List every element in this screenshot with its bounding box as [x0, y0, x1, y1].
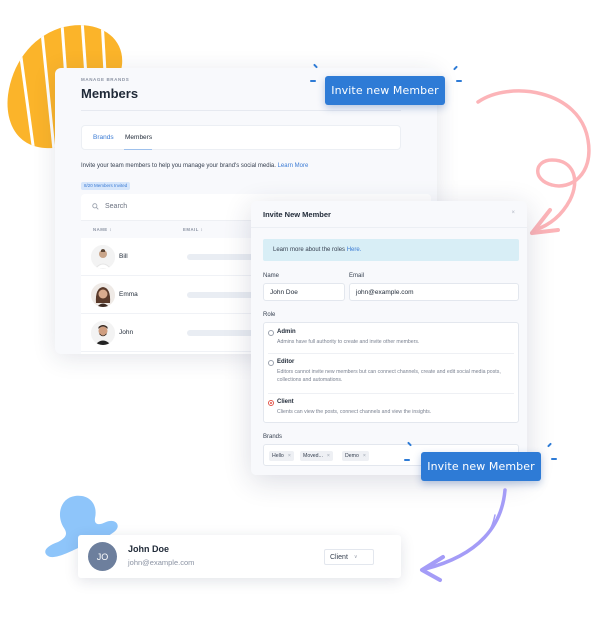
role-option-client[interactable]: Client Clients can view the posts, conne… — [268, 399, 514, 419]
brand-chip-label: Hello — [272, 453, 284, 459]
modal-title: Invite New Member — [263, 210, 331, 219]
member-name: John — [119, 329, 134, 336]
learn-more-link[interactable]: Learn More — [278, 163, 309, 169]
column-header-name[interactable]: NAME ↕ — [93, 227, 112, 232]
spark-decoration — [456, 80, 462, 82]
divider — [81, 110, 401, 111]
page-title: Members — [81, 86, 139, 101]
role-name: Editor — [277, 359, 295, 365]
search-icon — [92, 203, 99, 210]
active-tab-indicator — [124, 149, 152, 150]
role-select-value: Client — [330, 553, 348, 561]
member-card: JO John Doe john@example.com Client ∨ — [78, 535, 401, 578]
invite-new-member-button[interactable]: Invite new Member — [325, 76, 445, 105]
email-field[interactable]: john@example.com — [349, 283, 519, 301]
brand-chip: Demo × — [342, 451, 369, 461]
name-label: Name — [263, 273, 280, 279]
spark-decoration — [547, 442, 552, 448]
member-name: John Doe — [128, 544, 170, 554]
brand-chip-label: Moved... — [303, 453, 323, 459]
spark-decoration — [404, 459, 410, 461]
divider — [268, 393, 514, 394]
role-option-admin[interactable]: Admin Admins have full authority to crea… — [268, 329, 514, 349]
brands-label: Brands — [263, 434, 283, 440]
roles-here-link[interactable]: Here. — [347, 247, 362, 253]
purple-arrow-decoration — [420, 488, 507, 582]
tab-brands[interactable]: Brands — [93, 134, 114, 141]
role-description: Admins have full authority to create and… — [277, 339, 420, 345]
brand-chip-label: Demo — [345, 453, 359, 459]
role-option-editor[interactable]: Editor Editors cannot invite new members… — [268, 359, 514, 387]
remove-chip-icon[interactable]: × — [288, 451, 291, 461]
member-name: Bill — [119, 253, 128, 260]
intro-text: Invite your team members to help you man… — [81, 163, 308, 169]
member-name: Emma — [119, 291, 138, 298]
divider — [268, 353, 514, 354]
role-name: Client — [277, 399, 294, 405]
intro-description: Invite your team members to help you man… — [81, 163, 276, 169]
members-invited-badge: 8/20 Members Invited — [81, 182, 131, 190]
search-placeholder: Search — [105, 203, 128, 210]
roles-info-banner: Learn more about the roles Here. — [263, 239, 519, 261]
name-field[interactable]: John Doe — [263, 283, 345, 301]
close-icon[interactable]: × — [511, 210, 515, 216]
role-radio-group: Admin Admins have full authority to crea… — [263, 322, 519, 423]
invite-member-modal: Invite New Member × Learn more about the… — [251, 201, 527, 475]
remove-chip-icon[interactable]: × — [363, 451, 366, 461]
tab-bar: Brands Members — [81, 125, 401, 150]
radio-editor[interactable] — [268, 360, 274, 366]
avatar — [91, 283, 115, 307]
spark-decoration — [310, 80, 316, 82]
radio-client-selected[interactable] — [268, 400, 274, 406]
chevron-down-icon: ∨ — [353, 554, 358, 560]
breadcrumb: MANAGE BRANDS — [81, 77, 130, 82]
role-description: Editors cannot invite new members but ca… — [277, 369, 501, 383]
search-input[interactable]: Search — [92, 203, 127, 210]
email-label: Email — [349, 273, 365, 279]
tab-members[interactable]: Members — [125, 134, 152, 141]
avatar — [91, 245, 115, 269]
radio-admin[interactable] — [268, 330, 274, 336]
role-label: Role — [263, 312, 276, 318]
remove-chip-icon[interactable]: × — [327, 451, 330, 461]
member-email: john@example.com — [128, 558, 195, 567]
role-name: Admin — [277, 329, 296, 335]
divider — [251, 227, 527, 228]
spark-decoration — [551, 458, 557, 460]
spark-decoration — [453, 65, 458, 71]
invite-new-member-button-modal[interactable]: Invite new Member — [421, 452, 541, 481]
role-description: Clients can view the posts, connect chan… — [277, 409, 432, 415]
column-header-email[interactable]: EMAIL ↕ — [183, 227, 203, 232]
avatar: JO — [88, 542, 117, 571]
brand-chip: Hello × — [269, 451, 294, 461]
avatar — [91, 321, 115, 345]
brand-chip: Moved... × — [300, 451, 333, 461]
info-text: Learn more about the roles — [273, 247, 346, 253]
role-select[interactable]: Client ∨ — [324, 549, 374, 565]
